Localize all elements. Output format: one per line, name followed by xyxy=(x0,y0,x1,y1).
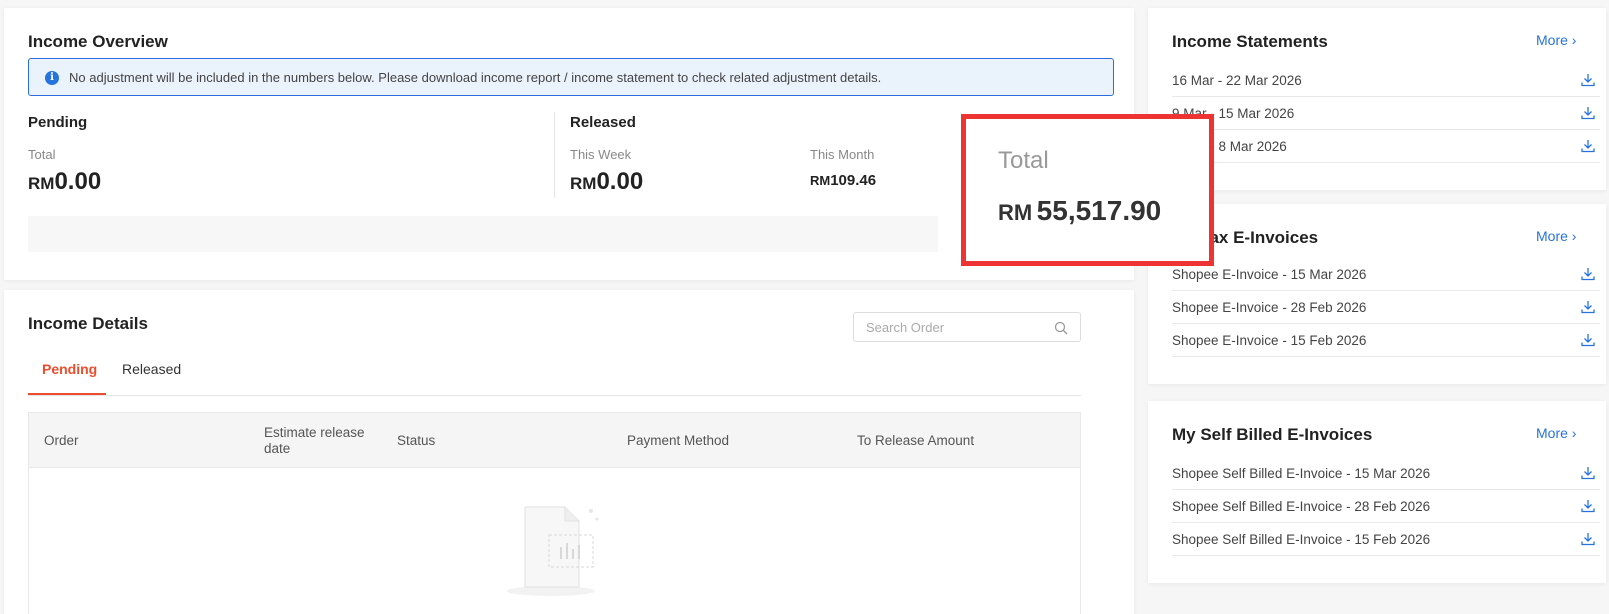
list-item[interactable]: 16 Mar - 22 Mar 2026 xyxy=(1172,64,1600,97)
income-details-card: Income Details Search Order Pending Rele… xyxy=(4,290,1134,614)
download-icon[interactable] xyxy=(1580,266,1596,282)
search-icon[interactable] xyxy=(1054,321,1068,335)
self-billed-einvoices-card: My Self Billed E-Invoices More › Shopee … xyxy=(1148,401,1606,583)
list-item[interactable]: Shopee E-Invoice - 15 Mar 2026 xyxy=(1172,258,1600,291)
this-week-amount: RM0.00 xyxy=(570,168,643,196)
adjustment-notice: i No adjustment will be included in the … xyxy=(28,58,1114,96)
more-label: More xyxy=(1536,425,1568,441)
list-item[interactable]: Shopee Self Billed E-Invoice - 28 Feb 20… xyxy=(1172,490,1600,523)
invoice-label: Shopee E-Invoice - 15 Mar 2026 xyxy=(1172,267,1367,282)
currency-symbol: RM xyxy=(28,174,55,193)
pending-heading: Pending xyxy=(28,114,88,131)
download-icon[interactable] xyxy=(1580,299,1596,315)
pending-total-label: Total xyxy=(28,147,56,162)
invoice-label: Shopee Self Billed E-Invoice - 15 Feb 20… xyxy=(1172,532,1431,547)
income-overview-title: Income Overview xyxy=(28,32,168,51)
self-billed-more-link[interactable]: More › xyxy=(1536,425,1576,441)
section-divider xyxy=(554,112,555,198)
download-icon[interactable] xyxy=(1580,138,1596,154)
column-estimate-release-date: Estimate release date xyxy=(264,425,365,456)
list-item[interactable]: Shopee Self Billed E-Invoice - 15 Mar 20… xyxy=(1172,457,1600,490)
column-status: Status xyxy=(397,433,436,448)
more-label: More xyxy=(1536,32,1568,48)
statement-label: 16 Mar - 22 Mar 2026 xyxy=(1172,73,1302,88)
invoice-label: Shopee E-Invoice - 28 Feb 2026 xyxy=(1172,300,1367,315)
tax-einvoices-more-link[interactable]: More › xyxy=(1536,228,1576,244)
statements-more-link[interactable]: More › xyxy=(1536,32,1576,48)
search-placeholder: Search Order xyxy=(866,320,945,335)
self-billed-einvoices-title: My Self Billed E-Invoices xyxy=(1172,425,1373,444)
list-item[interactable]: Shopee Self Billed E-Invoice - 15 Feb 20… xyxy=(1172,523,1600,556)
highlighted-total-box: Total RM 55,517.90 xyxy=(961,114,1214,266)
column-to-release-amount: To Release Amount xyxy=(857,433,975,448)
chevron-right-icon: › xyxy=(1571,425,1577,441)
notice-text: No adjustment will be included in the nu… xyxy=(69,70,882,85)
info-icon: i xyxy=(45,71,59,85)
income-statements-title: Income Statements xyxy=(1172,32,1328,51)
orders-table: Order Estimate release date Status Payme… xyxy=(28,412,1081,614)
table-header: Order Estimate release date Status Payme… xyxy=(29,413,1080,468)
more-label: More xyxy=(1536,228,1568,244)
invoice-label: Shopee Self Billed E-Invoice - 28 Feb 20… xyxy=(1172,499,1431,514)
income-statements-card: Income Statements More › 16 Mar - 22 Mar… xyxy=(1148,8,1606,190)
currency-symbol: RM xyxy=(570,174,597,193)
download-icon[interactable] xyxy=(1580,498,1596,514)
list-item[interactable]: 2 Mar - 8 Mar 2026 xyxy=(1172,130,1600,163)
list-item[interactable]: 9 Mar - 15 Mar 2026 xyxy=(1172,97,1600,130)
download-icon[interactable] xyxy=(1580,332,1596,348)
amount-value: 0.00 xyxy=(54,168,102,195)
tax-einvoices-card: My Tax E-Invoices More › Shopee E-Invoic… xyxy=(1148,204,1606,384)
empty-document-icon xyxy=(507,506,599,596)
released-heading: Released xyxy=(570,114,636,131)
invoice-label: Shopee E-Invoice - 15 Feb 2026 xyxy=(1172,333,1367,348)
currency-symbol: RM xyxy=(998,200,1033,225)
tab-released[interactable]: Released xyxy=(122,361,181,377)
invoice-label: Shopee Self Billed E-Invoice - 15 Mar 20… xyxy=(1172,466,1431,481)
list-item[interactable]: Shopee E-Invoice - 15 Feb 2026 xyxy=(1172,324,1600,357)
amount-value: 55,517.90 xyxy=(1036,195,1162,226)
highlight-total-amount: RM 55,517.90 xyxy=(998,195,1161,227)
amount-value: 109.46 xyxy=(830,172,877,189)
column-payment-method: Payment Method xyxy=(627,433,730,448)
currency-symbol: RM xyxy=(810,173,831,188)
download-icon[interactable] xyxy=(1580,72,1596,88)
download-icon[interactable] xyxy=(1580,531,1596,547)
pending-total-amount: RM0.00 xyxy=(28,168,101,196)
income-details-title: Income Details xyxy=(28,314,148,333)
footer-bar xyxy=(28,216,938,252)
amount-value: 0.00 xyxy=(596,168,644,195)
search-order-input[interactable]: Search Order xyxy=(853,312,1081,342)
download-icon[interactable] xyxy=(1580,465,1596,481)
tab-pending[interactable]: Pending xyxy=(42,361,97,377)
this-week-label: This Week xyxy=(570,147,632,162)
download-icon[interactable] xyxy=(1580,105,1596,121)
this-month-amount: RM109.46 xyxy=(810,172,876,190)
chevron-right-icon: › xyxy=(1571,228,1577,244)
list-item[interactable]: Shopee E-Invoice - 28 Feb 2026 xyxy=(1172,291,1600,324)
this-month-label: This Month xyxy=(810,147,875,162)
highlight-total-label: Total xyxy=(998,147,1049,174)
column-order: Order xyxy=(44,433,79,448)
chevron-right-icon: › xyxy=(1571,32,1577,48)
tabs-divider xyxy=(28,395,1081,396)
